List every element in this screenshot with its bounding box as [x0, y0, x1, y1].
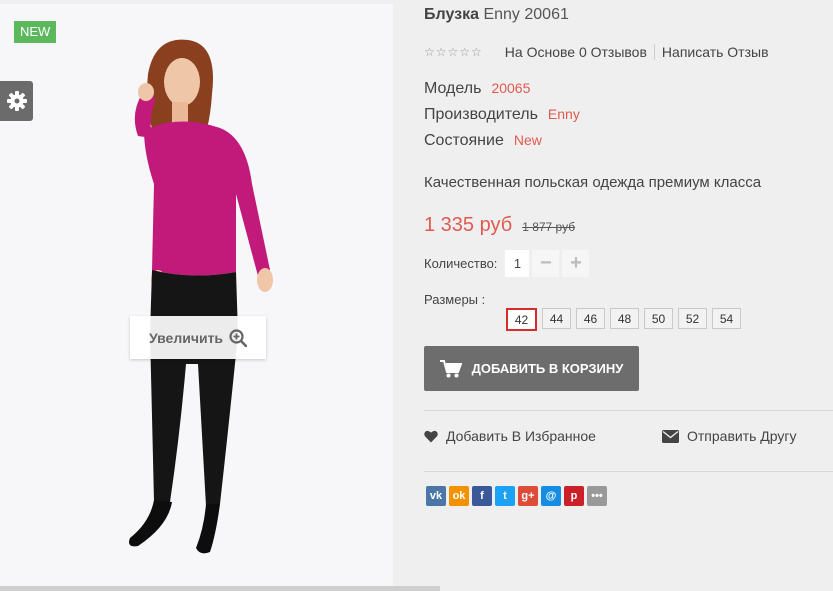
- social-share-row: vk ok f t g+ @ p •••: [426, 486, 607, 506]
- size-option-42[interactable]: 42: [506, 308, 537, 331]
- price: 1 335 руб: [424, 214, 513, 236]
- add-to-cart-label: ДОБАВИТЬ В КОРЗИНУ: [471, 361, 624, 376]
- heart-icon: [424, 430, 438, 442]
- spec-model-label: Модель: [424, 80, 482, 97]
- odnoklassniki-icon[interactable]: ok: [449, 486, 469, 506]
- spec-model: Модель 20065: [424, 80, 530, 98]
- zoom-label: Увеличить: [148, 329, 224, 346]
- reviews-link[interactable]: На Основе 0 Отзывов: [505, 44, 647, 60]
- google-plus-icon[interactable]: g+: [518, 486, 538, 506]
- quantity-row: Количество: 1 − +: [424, 250, 590, 277]
- product-code: Enny 20061: [483, 6, 569, 23]
- zoom-button[interactable]: Увеличить: [130, 316, 266, 359]
- divider: [424, 410, 833, 411]
- quantity-increase-button[interactable]: +: [562, 250, 590, 277]
- rating-row: ☆☆☆☆☆ На Основе 0 Отзывов Написать Отзыв: [424, 44, 769, 60]
- product-description: Качественная польская одежда премиум кла…: [424, 174, 762, 191]
- rating-stars-icon[interactable]: ☆☆☆☆☆: [424, 45, 483, 59]
- size-options: 42 44 46 48 50 52 54: [506, 308, 741, 331]
- size-option-44[interactable]: 44: [542, 308, 571, 329]
- settings-tab[interactable]: [0, 81, 33, 121]
- separator: [653, 44, 655, 60]
- spec-manufacturer-label: Производитель: [424, 106, 538, 123]
- product-photo[interactable]: [60, 34, 300, 586]
- twitter-icon[interactable]: t: [495, 486, 515, 506]
- wishlist-label: Добавить В Избранное: [446, 428, 596, 444]
- size-option-54[interactable]: 54: [712, 308, 741, 329]
- vk-icon[interactable]: vk: [426, 486, 446, 506]
- send-to-friend-label: Отправить Другу: [687, 428, 797, 444]
- pinterest-icon[interactable]: p: [564, 486, 584, 506]
- quantity-label: Количество:: [424, 256, 498, 271]
- size-option-48[interactable]: 48: [610, 308, 639, 329]
- spec-condition-value: New: [513, 132, 542, 148]
- product-image-panel[interactable]: NEW Увеличить: [0, 4, 393, 586]
- sizes-label: Размеры :: [424, 292, 486, 307]
- spec-manufacturer-value[interactable]: Enny: [548, 106, 580, 122]
- spec-condition-label: Состояние: [424, 132, 504, 149]
- new-badge: NEW: [14, 21, 57, 43]
- horizontal-scrollbar[interactable]: [0, 586, 440, 591]
- quantity-decrease-button[interactable]: −: [532, 250, 560, 277]
- product-title: Блузка Enny 20061: [424, 6, 569, 24]
- size-option-52[interactable]: 52: [678, 308, 707, 329]
- zoom-in-icon: [229, 328, 248, 347]
- send-to-friend-link[interactable]: Отправить Другу: [662, 428, 797, 444]
- product-name: Блузка: [424, 6, 479, 23]
- spec-manufacturer: Производитель Enny: [424, 106, 580, 124]
- cart-icon: [439, 359, 462, 377]
- more-share-icon[interactable]: •••: [587, 486, 607, 506]
- size-option-50[interactable]: 50: [644, 308, 673, 329]
- quantity-input[interactable]: 1: [505, 250, 530, 277]
- wishlist-link[interactable]: Добавить В Избранное: [424, 428, 596, 444]
- divider: [424, 471, 833, 472]
- price-row: 1 335 руб 1 877 руб: [424, 214, 575, 237]
- spec-model-value: 20065: [491, 80, 531, 96]
- add-to-cart-button[interactable]: ДОБАВИТЬ В КОРЗИНУ: [424, 346, 639, 391]
- spec-condition: Состояние New: [424, 132, 542, 150]
- write-review-link[interactable]: Написать Отзыв: [662, 44, 769, 60]
- mailru-icon[interactable]: @: [541, 486, 561, 506]
- size-option-46[interactable]: 46: [576, 308, 605, 329]
- gear-icon: [6, 91, 27, 111]
- envelope-icon: [662, 429, 679, 443]
- facebook-icon[interactable]: f: [472, 486, 492, 506]
- old-price: 1 877 руб: [522, 220, 576, 234]
